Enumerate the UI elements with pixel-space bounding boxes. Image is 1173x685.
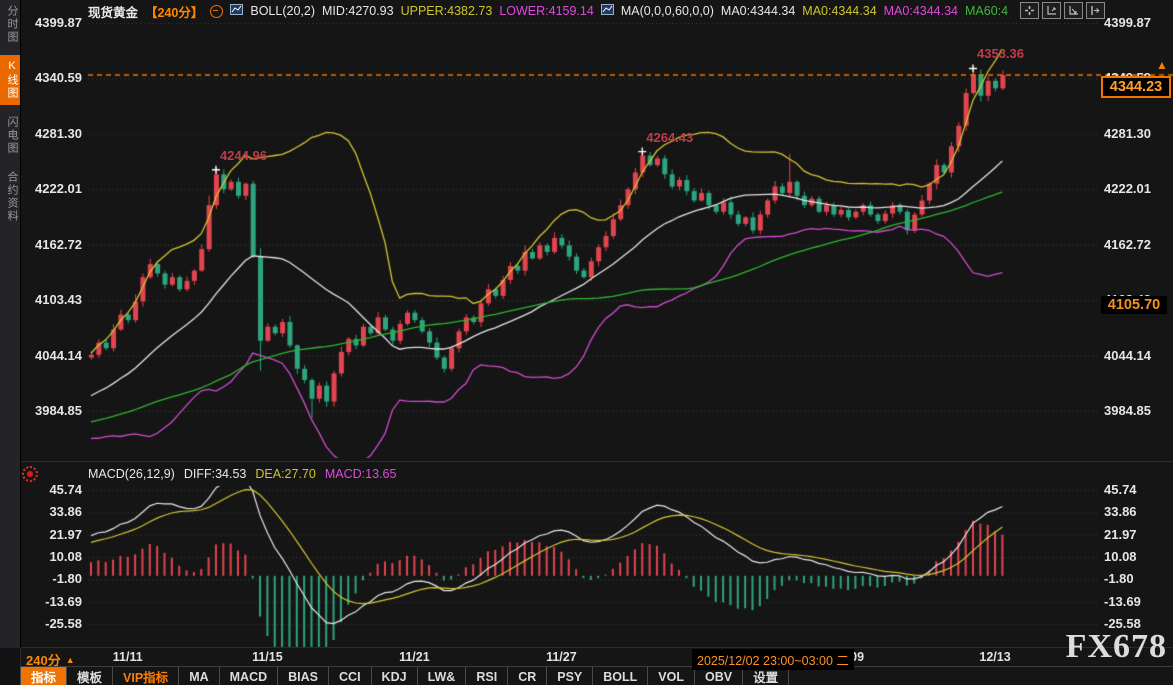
hover-time-tooltip: 2025/12/02 23:00~03:00 二 [692, 649, 854, 670]
macd-axis-label-right: 45.74 [1104, 482, 1164, 497]
zoom-y-axis-icon[interactable] [1042, 2, 1061, 19]
macd-axis-label: 21.97 [28, 527, 82, 542]
axis-divider [20, 647, 1173, 648]
indicator-toolbar: 指标模板VIP指标MAMACDBIASCCIKDJLW&RSICRPSYBOLL… [20, 666, 1173, 685]
ma0-value-2: MA0:4344.34 [802, 4, 876, 18]
period-expand-icon: ▲ [66, 655, 75, 665]
macd-settings-icon[interactable] [22, 466, 38, 482]
macd-axis-label: 33.86 [28, 504, 82, 519]
boll-name: BOLL(20,2) [250, 4, 315, 18]
macd-name: MACD(26,12,9) [88, 467, 175, 481]
macd-legend: MACD(26,12,9) DIFF:34.53 DEA:27.70 MACD:… [88, 467, 396, 481]
x-date-label: 11/27 [533, 650, 589, 664]
y-axis-label-right: 4399.87 [1104, 15, 1164, 30]
x-date-label: 11/21 [386, 650, 442, 664]
y-axis-label: 4044.14 [28, 348, 82, 363]
y-axis-label-right: 4222.01 [1104, 181, 1164, 196]
boll-mid-value: MID:4270.93 [322, 4, 394, 18]
price-annotation: 4264.43 [646, 130, 693, 145]
sidebar-bottom-stub [0, 648, 21, 685]
ma60-value: MA60:4 [965, 4, 1008, 18]
sidebar-tab-contract-info[interactable]: 合约资料 [0, 166, 20, 228]
ma-name: MA(0,0,0,60,0,0) [621, 4, 714, 18]
y-axis-label: 4340.59 [28, 70, 82, 85]
ma-indicator-icon[interactable] [601, 4, 614, 18]
pan-right-icon[interactable] [1086, 2, 1105, 19]
toolbar-item-10[interactable]: RSI [465, 667, 507, 685]
macd-axis-label-right: 33.86 [1104, 504, 1164, 519]
toolbar-item-1[interactable]: 指标 [20, 667, 66, 685]
macd-axis-label: 45.74 [28, 482, 82, 497]
x-date-label: 11/11 [100, 650, 156, 664]
chart-canvas[interactable] [0, 0, 1173, 685]
sidebar: 分时图 K线图 闪电图 合约资料 [0, 0, 21, 648]
secondary-price-box: 4105.70 [1101, 296, 1167, 314]
sidebar-tab-lightning[interactable]: 闪电图 [0, 111, 20, 160]
macd-axis-label: -1.80 [28, 571, 82, 586]
macd-axis-label: -13.69 [28, 594, 82, 609]
y-axis-label: 4162.72 [28, 237, 82, 252]
toolbar-item-5[interactable]: MACD [219, 667, 278, 685]
y-axis-label: 3984.85 [28, 403, 82, 418]
toolbar-item-6[interactable]: BIAS [277, 667, 328, 685]
y-axis-label-right: 4281.30 [1104, 126, 1164, 141]
y-axis-label: 4399.87 [28, 15, 82, 30]
sidebar-tab-kline[interactable]: K线图 [0, 55, 20, 105]
macd-axis-label-right: -13.69 [1104, 594, 1164, 609]
toolbar-item-3[interactable]: VIP指标 [112, 667, 178, 685]
macd-diff-value: DIFF:34.53 [184, 467, 247, 481]
boll-indicator-icon[interactable] [230, 4, 243, 18]
period-toggle-icon[interactable] [210, 5, 223, 18]
macd-axis-label-right: 10.08 [1104, 549, 1164, 564]
symbol-name: 现货黄金 [88, 2, 138, 21]
current-price-box: 4344.23 [1101, 76, 1171, 98]
toolbar-item-12[interactable]: PSY [546, 667, 592, 685]
price-annotation: 4353.36 [977, 46, 1024, 61]
y-axis-label: 4281.30 [28, 126, 82, 141]
watermark: FX678 [1066, 628, 1167, 666]
toolbar-item-14[interactable]: VOL [647, 667, 694, 685]
toolbar-item-8[interactable]: KDJ [371, 667, 417, 685]
crosshair-icon[interactable] [1020, 2, 1039, 19]
price-annotation: 4244.96 [220, 148, 267, 163]
toolbar-item-7[interactable]: CCI [328, 667, 371, 685]
ma0-value-3: MA0:4344.34 [884, 4, 958, 18]
macd-axis-label: 10.08 [28, 549, 82, 564]
trading-app-window: 分时图 K线图 闪电图 合约资料 现货黄金 【240分】 BOLL(20,2) … [0, 0, 1173, 685]
sidebar-tab-timeline[interactable]: 分时图 [0, 0, 20, 49]
toolbar-item-9[interactable]: LW& [417, 667, 466, 685]
ma0-value-1: MA0:4344.34 [721, 4, 795, 18]
y-axis-label: 4103.43 [28, 292, 82, 307]
macd-dea-value: DEA:27.70 [255, 467, 315, 481]
price-marker-arrow-icon: ▲ [1156, 58, 1168, 72]
toolbar-item-11[interactable]: CR [507, 667, 546, 685]
y-axis-label: 4222.01 [28, 181, 82, 196]
y-axis-label-right: 4044.14 [1104, 348, 1164, 363]
boll-upper-value: UPPER:4382.73 [401, 4, 493, 18]
macd-hist-value: MACD:13.65 [325, 467, 397, 481]
x-date-label: 12/13 [967, 650, 1023, 664]
period-label: 【240分】 [145, 2, 203, 21]
y-axis-label-right: 3984.85 [1104, 403, 1164, 418]
toolbar-item-13[interactable]: BOLL [592, 667, 647, 685]
x-date-label: 11/15 [239, 650, 295, 664]
chart-controls [1020, 2, 1105, 19]
macd-axis-label-right: -1.80 [1104, 571, 1164, 586]
macd-axis-label-right: 21.97 [1104, 527, 1164, 542]
zoom-x-axis-icon[interactable] [1064, 2, 1083, 19]
toolbar-item-4[interactable]: MA [178, 667, 218, 685]
pane-divider [20, 461, 1173, 462]
chart-legend: 现货黄金 【240分】 BOLL(20,2) MID:4270.93 UPPER… [88, 3, 1008, 19]
boll-lower-value: LOWER:4159.14 [499, 4, 594, 18]
toolbar-item-2[interactable]: 模板 [66, 667, 112, 685]
macd-axis-label: -25.58 [28, 616, 82, 631]
y-axis-label-right: 4162.72 [1104, 237, 1164, 252]
